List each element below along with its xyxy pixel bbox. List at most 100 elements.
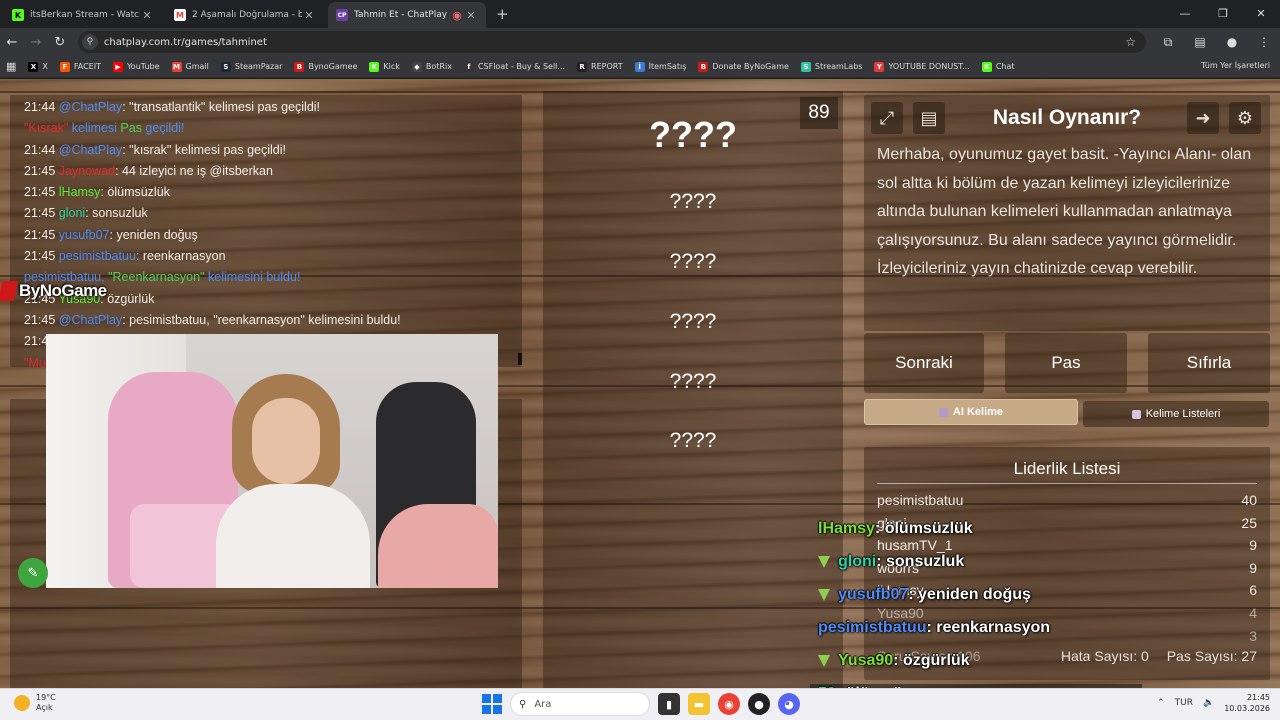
bookmark-item[interactable]: R REPORT [577,61,623,72]
close-tab-icon[interactable]: ✕ [140,9,154,22]
menu-icon[interactable]: ⋮ [1248,35,1280,50]
chat-system-text: kelimesi [68,121,121,136]
minimize-icon[interactable]: — [1166,0,1204,28]
address-bar[interactable]: ⚲ chatplay.com.tr/games/tahminet ☆ [77,31,1146,53]
gmail-favicon-icon: M [174,9,186,21]
bookmark-item[interactable]: Y YOUTUBE DONUST... [874,61,970,72]
forbidden-word: ???? [669,370,717,393]
tab-ai-word[interactable]: AI Kelime [864,399,1078,425]
leaderboard-divider [877,483,1257,484]
restore-icon[interactable]: ❐ [1204,0,1242,28]
microphone-icon[interactable]: ✎ [18,558,48,588]
system-clock[interactable]: 21:45 10.03.2026 [1224,692,1270,714]
all-bookmarks-folder[interactable]: Tüm Yer İşaretleri [1201,61,1270,70]
profile-avatar[interactable]: ● [1216,35,1248,50]
discord-icon[interactable]: ◕ [778,693,800,715]
bookmark-favicon-icon: F [59,61,70,72]
site-info-icon[interactable]: ⚲ [81,34,98,50]
leaderboard-name: husamTV_1 [877,537,953,554]
chat-message: 21:44 @ChatPlay: "kısrak" kelimesi pas g… [24,140,508,161]
bookmark-item[interactable]: S SteamPazar [220,61,283,72]
forward-icon[interactable]: → [24,35,48,50]
chrome-icon[interactable]: ◉ [718,693,740,715]
bookmark-item[interactable]: ◆ BotRix [411,61,452,72]
pass-button[interactable]: Pas [1005,333,1127,393]
bookmark-item[interactable]: B Donate ByNoGame [698,61,789,72]
reset-button[interactable]: Sıfırla [1148,333,1270,393]
bookmark-item[interactable]: F FACEIT [59,61,101,72]
file-explorer-icon[interactable]: ▬ [688,693,710,715]
clock-date: 10.03.2026 [1224,704,1270,713]
chat-text: : sonsuzluk [85,206,148,221]
chat-text: : 44 izleyici ne iş @itsberkan [115,163,273,178]
leaderboard-title: Liderlik Listesi [1013,459,1121,478]
chat-timestamp: 21:44 [24,142,56,157]
close-tab-icon[interactable]: ✕ [302,9,316,22]
task-view-icon[interactable]: ▮ [658,693,680,715]
bookmark-item[interactable]: ▶ YouTube [112,61,160,72]
bookmark-item[interactable]: K Chat [981,61,1015,72]
apps-icon[interactable]: ▦ [6,60,16,73]
chat-text: : yeniden doğuş [109,227,198,242]
close-window-icon[interactable]: ✕ [1242,0,1280,28]
leaderboard-name: pesimistbatuu [877,492,964,508]
bookmark-item[interactable]: K Kick [369,61,400,72]
sidepanel-icon[interactable]: ▤ [1184,35,1216,50]
bookmark-label: YouTube [126,62,160,71]
new-tab-button[interactable]: + [496,2,509,28]
bookmark-item[interactable]: XX [28,61,48,72]
leaderboard-score: 25 [1241,514,1257,531]
chat-timestamp: 21:45 [24,206,56,221]
bookmark-star-icon[interactable]: ☆ [1125,35,1136,49]
next-button[interactable]: Sonraki [864,333,984,393]
volume-icon[interactable]: 🔈 [1203,698,1214,708]
chat-timestamp: 21:45 [24,312,56,327]
obs-icon[interactable]: ● [748,693,770,715]
bookmark-item[interactable]: S StreamLabs [800,61,862,72]
browser-tab-chatplay[interactable]: CP Tahmin Et - ChatPlay ◉ ✕ [328,2,486,28]
bookmark-label: SteamPazar [234,62,283,71]
weather-temp: 19°C [36,693,56,702]
stream-chat-panel: 21:44 @ChatPlay: "transatlantik" kelimes… [10,95,522,367]
bookmark-item[interactable]: M Gmail [171,61,209,72]
bynogame-mark-icon [0,281,19,301]
browser-tab-kick[interactable]: K itsBerkan Stream - Watch Live o ✕ [4,2,162,28]
tray-chevron-icon[interactable]: ⌃ [1157,698,1165,708]
back-icon[interactable]: ← [0,35,24,50]
bookmark-item[interactable]: B BynoGamee [294,61,357,72]
chat-timestamp: 21:44 [24,100,56,114]
chat-text: : reenkarnasyon [135,249,226,264]
overlay-chat-message: lHamsy : ölümsüzlük [818,520,973,538]
weather-widget[interactable]: 19°C Açık [14,693,56,713]
streamer-person [252,398,320,484]
start-button[interactable] [482,694,502,714]
language-indicator[interactable]: TUR [1175,698,1193,708]
forbidden-word: ???? [669,310,717,333]
chat-message: 21:45 @ChatPlay: pesimistbatuu, "reenkar… [24,310,508,331]
browser-tab-gmail[interactable]: M 2 Aşamalı Doğrulama - berkanb ✕ [166,2,324,28]
leaderboard-score: 3 [1249,627,1257,644]
leaderboard-score: 4 [1249,605,1257,621]
subscriber-badge-icon [818,655,830,667]
tab-title: itsBerkan Stream - Watch Live o [30,10,140,20]
chat-username: gloni [58,206,86,221]
chat-message: 21:45 gloni: sonsuzluk [24,203,508,224]
close-tab-icon[interactable]: ✕ [464,9,478,22]
bookmark-label: Gmail [185,62,209,71]
bookmark-favicon-icon: K [981,61,992,72]
bookmark-label: Donate ByNoGame [712,62,789,71]
chat-text: : ölümsüzlük [100,185,170,200]
chat-username: yusufb07 [58,227,110,242]
chat-message: 21:44 @ChatPlay: "transatlantik" kelimes… [24,97,508,118]
bookmark-item[interactable]: f CSFloat - Buy & Sell... [463,61,565,72]
extensions-icon[interactable]: ⧉ [1152,35,1184,50]
forbidden-word: ???? [669,429,717,452]
tab-word-lists[interactable]: Kelime Listeleri [1083,401,1269,427]
taskbar-search[interactable]: ⚲ Ara [510,692,650,716]
bookmark-item[interactable]: İ İtemSatış [634,61,686,72]
overlay-chat-message: yusufb07 : yeniden doğuş [818,586,1031,604]
reload-icon[interactable]: ↻ [48,35,72,50]
chat-scrollbar[interactable] [518,353,522,365]
url-text[interactable]: chatplay.com.tr/games/tahminet [104,37,1125,48]
chat-message: 21:45 yusufb07: yeniden doğuş [24,225,508,246]
